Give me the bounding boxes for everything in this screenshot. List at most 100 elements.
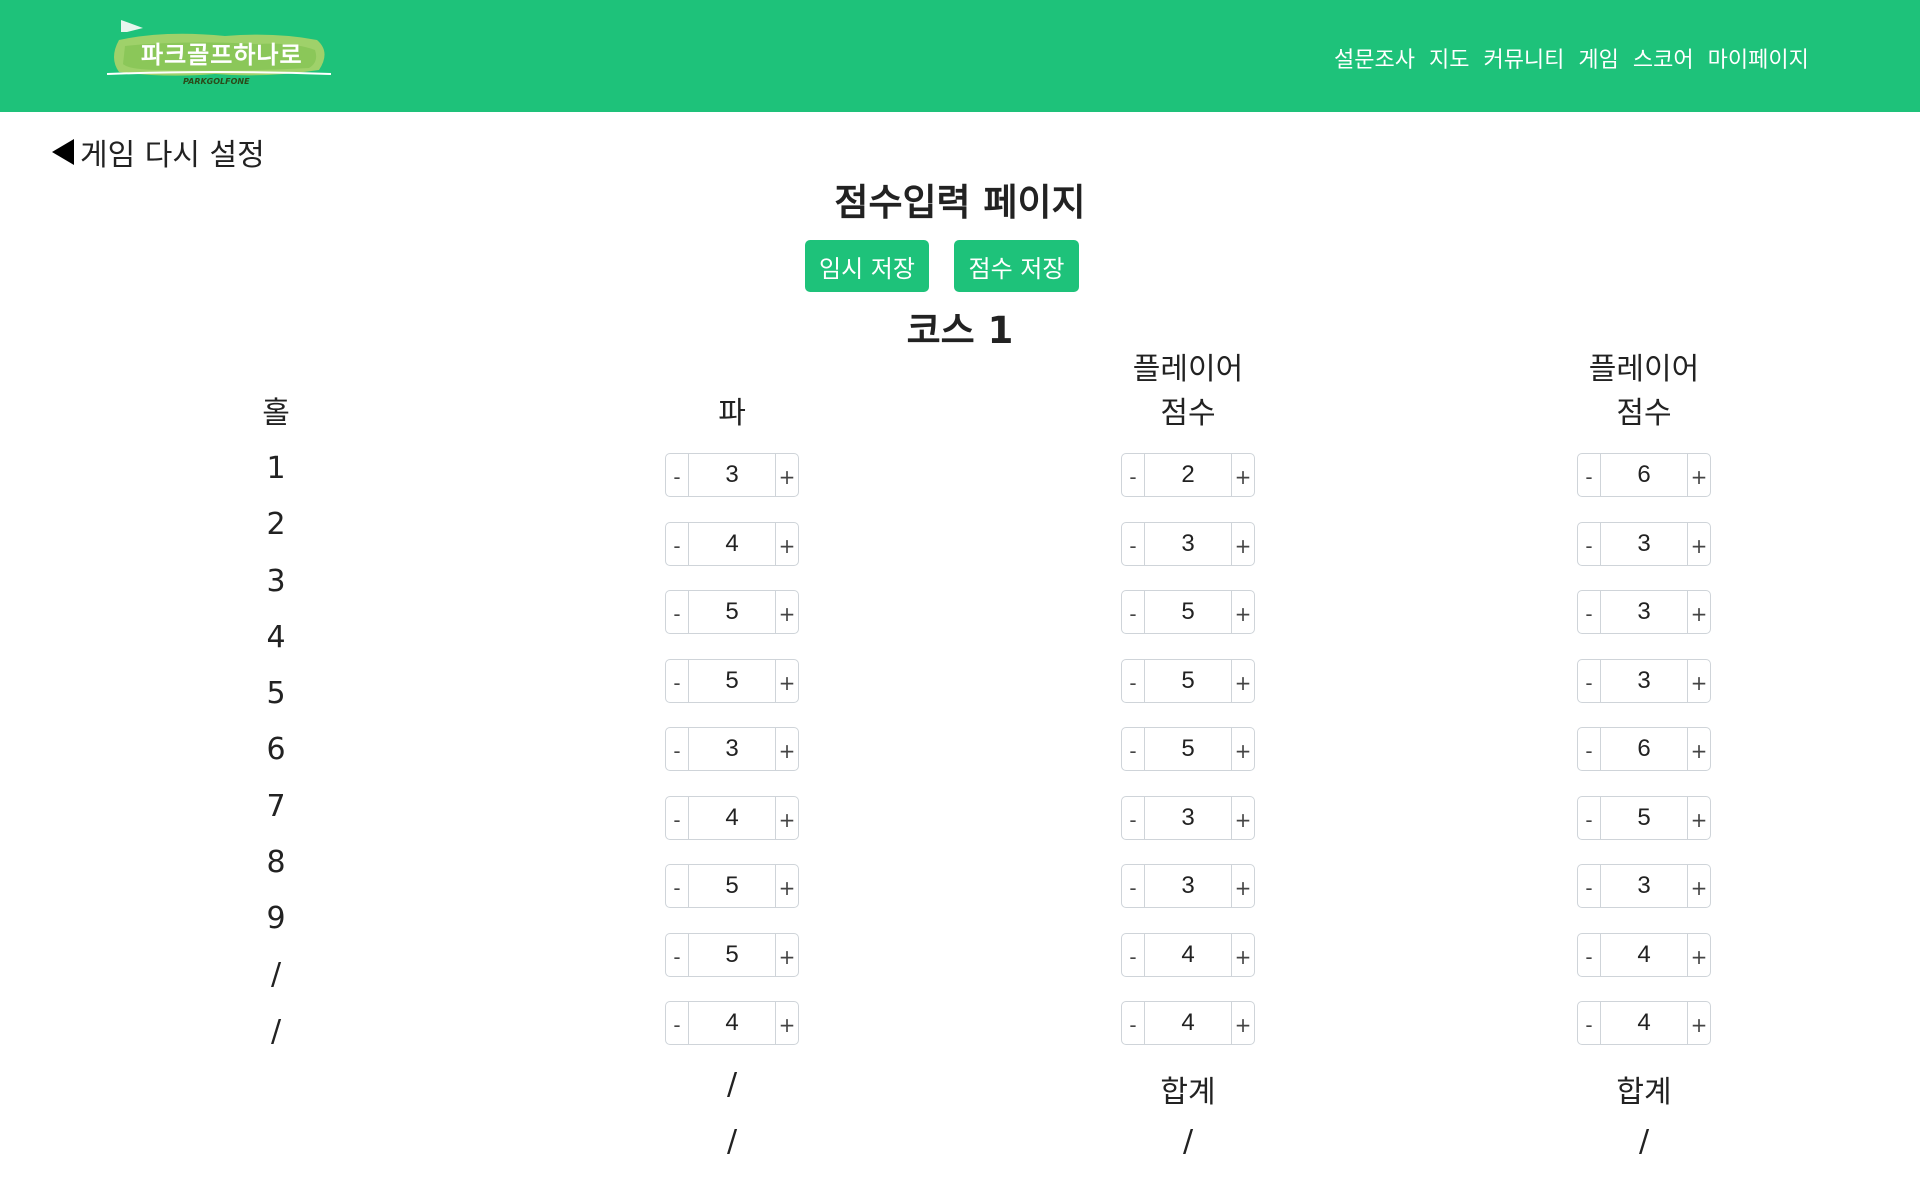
par-increment-button[interactable]: + — [775, 865, 798, 907]
par-increment-button[interactable]: + — [775, 454, 798, 496]
nav-item-community[interactable]: 커뮤니티 — [1483, 42, 1564, 74]
player2-increment-button[interactable]: + — [1687, 797, 1710, 839]
player2-increment-button[interactable]: + — [1687, 591, 1710, 633]
player1-increment-button[interactable]: + — [1231, 591, 1254, 633]
player1-increment-button[interactable]: + — [1231, 660, 1254, 702]
player2-score-input[interactable] — [1601, 728, 1687, 770]
player2-score-input[interactable] — [1601, 454, 1687, 496]
par-input[interactable] — [689, 797, 775, 839]
player1-decrement-button[interactable]: - — [1122, 523, 1145, 565]
player2-decrement-button[interactable]: - — [1578, 728, 1601, 770]
par-input[interactable] — [689, 1002, 775, 1044]
player1-score-input[interactable] — [1145, 1002, 1231, 1044]
nav-item-mypage[interactable]: 마이페이지 — [1708, 42, 1809, 74]
brand-logo[interactable]: 파크골프하나로 PARKGOLFONE — [105, 18, 331, 90]
nav-item-map[interactable]: 지도 — [1429, 42, 1469, 74]
player2-decrement-button[interactable]: - — [1578, 797, 1601, 839]
nav-item-survey[interactable]: 설문조사 — [1334, 42, 1415, 74]
par-input[interactable] — [689, 865, 775, 907]
par-input[interactable] — [689, 660, 775, 702]
par-input[interactable] — [689, 454, 775, 496]
player2-decrement-button[interactable]: - — [1578, 454, 1601, 496]
player2-increment-button[interactable]: + — [1687, 454, 1710, 496]
par-decrement-button[interactable]: - — [666, 865, 689, 907]
col-header-player2-name: 플레이어 — [1588, 352, 1700, 387]
par-increment-button[interactable]: + — [775, 797, 798, 839]
player1-decrement-button[interactable]: - — [1122, 934, 1145, 976]
player1-decrement-button[interactable]: - — [1122, 454, 1145, 496]
player2-score-input[interactable] — [1601, 934, 1687, 976]
par-stepper: -+ — [665, 1001, 799, 1045]
par-increment-button[interactable]: + — [775, 934, 798, 976]
player1-score-input[interactable] — [1145, 865, 1231, 907]
par-increment-button[interactable]: + — [775, 1002, 798, 1044]
player2-increment-button[interactable]: + — [1687, 934, 1710, 976]
back-link[interactable]: 게임 다시 설정 — [52, 130, 265, 174]
player1-increment-button[interactable]: + — [1231, 728, 1254, 770]
player1-decrement-button[interactable]: - — [1122, 591, 1145, 633]
player1-increment-button[interactable]: + — [1231, 454, 1254, 496]
player1-increment-button[interactable]: + — [1231, 934, 1254, 976]
par-increment-button[interactable]: + — [775, 728, 798, 770]
player2-decrement-button[interactable]: - — [1578, 1002, 1601, 1044]
player2-decrement-button[interactable]: - — [1578, 865, 1601, 907]
par-input[interactable] — [689, 728, 775, 770]
par-stepper: -+ — [665, 796, 799, 840]
player1-score-input[interactable] — [1145, 454, 1231, 496]
temp-save-button[interactable]: 임시 저장 — [805, 240, 929, 292]
par-input[interactable] — [689, 934, 775, 976]
par-decrement-button[interactable]: - — [666, 591, 689, 633]
player2-score-input[interactable] — [1601, 865, 1687, 907]
player2-increment-button[interactable]: + — [1687, 523, 1710, 565]
player2-decrement-button[interactable]: - — [1578, 934, 1601, 976]
save-score-button[interactable]: 점수 저장 — [954, 240, 1079, 292]
player2-score-input[interactable] — [1601, 797, 1687, 839]
player2-score-input[interactable] — [1601, 591, 1687, 633]
player1-increment-button[interactable]: + — [1231, 865, 1254, 907]
player2-increment-button[interactable]: + — [1687, 1002, 1710, 1044]
par-decrement-button[interactable]: - — [666, 934, 689, 976]
col-header-player1-name: 플레이어 — [1132, 352, 1244, 387]
hole-number: 5 — [266, 676, 286, 711]
player2-score-input[interactable] — [1601, 660, 1687, 702]
par-decrement-button[interactable]: - — [666, 523, 689, 565]
player2-increment-button[interactable]: + — [1687, 865, 1710, 907]
par-decrement-button[interactable]: - — [666, 797, 689, 839]
player1-decrement-button[interactable]: - — [1122, 1002, 1145, 1044]
player1-score-input[interactable] — [1145, 660, 1231, 702]
player1-score-input[interactable] — [1145, 934, 1231, 976]
player2-score-stepper: -+ — [1577, 590, 1711, 634]
nav-item-game[interactable]: 게임 — [1578, 42, 1618, 74]
player2-increment-button[interactable]: + — [1687, 728, 1710, 770]
player2-increment-button[interactable]: + — [1687, 660, 1710, 702]
player2-score-input[interactable] — [1601, 523, 1687, 565]
player2-score-input[interactable] — [1601, 1002, 1687, 1044]
player1-decrement-button[interactable]: - — [1122, 728, 1145, 770]
par-input[interactable] — [689, 523, 775, 565]
player2-decrement-button[interactable]: - — [1578, 660, 1601, 702]
player1-decrement-button[interactable]: - — [1122, 660, 1145, 702]
par-increment-button[interactable]: + — [775, 523, 798, 565]
player1-increment-button[interactable]: + — [1231, 523, 1254, 565]
par-stepper: -+ — [665, 522, 799, 566]
par-decrement-button[interactable]: - — [666, 660, 689, 702]
par-input[interactable] — [689, 591, 775, 633]
player1-score-input[interactable] — [1145, 523, 1231, 565]
par-decrement-button[interactable]: - — [666, 728, 689, 770]
player1-score-input[interactable] — [1145, 728, 1231, 770]
par-decrement-button[interactable]: - — [666, 454, 689, 496]
player2-decrement-button[interactable]: - — [1578, 591, 1601, 633]
player1-increment-button[interactable]: + — [1231, 1002, 1254, 1044]
par-increment-button[interactable]: + — [775, 591, 798, 633]
par-increment-button[interactable]: + — [775, 660, 798, 702]
player1-decrement-button[interactable]: - — [1122, 865, 1145, 907]
player1-score-input[interactable] — [1145, 797, 1231, 839]
player1-score-stepper: -+ — [1121, 453, 1255, 497]
player1-score-input[interactable] — [1145, 591, 1231, 633]
nav-item-score[interactable]: 스코어 — [1633, 42, 1694, 74]
player1-increment-button[interactable]: + — [1231, 797, 1254, 839]
player2-decrement-button[interactable]: - — [1578, 523, 1601, 565]
player1-score-stepper: -+ — [1121, 590, 1255, 634]
player1-decrement-button[interactable]: - — [1122, 797, 1145, 839]
par-decrement-button[interactable]: - — [666, 1002, 689, 1044]
